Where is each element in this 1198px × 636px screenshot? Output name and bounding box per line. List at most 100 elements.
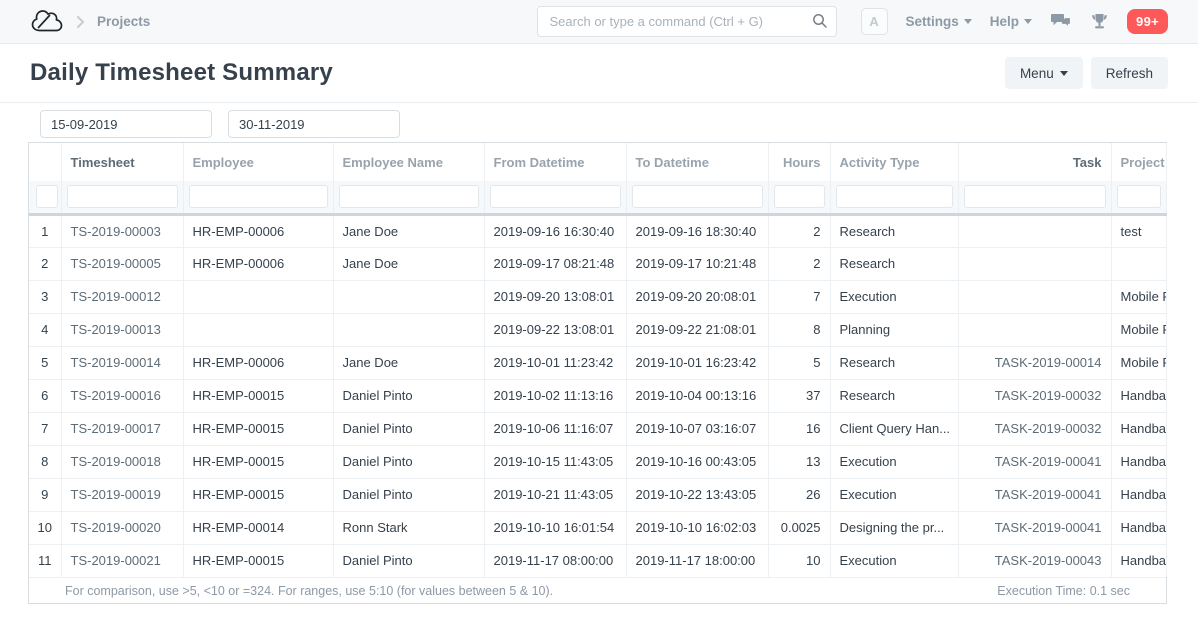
cell-task[interactable]: TASK-2019-00032 [958,379,1111,412]
notification-count-badge[interactable]: 99+ [1127,9,1168,34]
cell-idx[interactable]: 4 [29,313,61,346]
cell-to_datetime[interactable]: 2019-10-07 03:16:07 [626,412,768,445]
cell-to_datetime[interactable]: 2019-09-22 21:08:01 [626,313,768,346]
column-header-activity_type[interactable]: Activity Type [830,143,958,181]
cell-timesheet[interactable]: TS-2019-00003 [61,214,183,247]
column-header-project[interactable]: Project [1111,143,1166,181]
column-filter-input-project[interactable] [1117,185,1161,208]
cell-idx[interactable]: 3 [29,280,61,313]
column-filter-input-idx[interactable] [36,185,58,208]
cell-hours[interactable]: 7 [768,280,830,313]
cell-from_datetime[interactable]: 2019-10-21 11:43:05 [484,478,626,511]
cell-task[interactable]: TASK-2019-00041 [958,445,1111,478]
cell-project[interactable]: Handbag [1111,544,1166,577]
cell-task[interactable]: TASK-2019-00041 [958,478,1111,511]
cell-project[interactable]: Mobile P [1111,346,1166,379]
cell-idx[interactable]: 7 [29,412,61,445]
cell-timesheet[interactable]: TS-2019-00020 [61,511,183,544]
search-input[interactable] [537,6,837,37]
cell-employee[interactable]: HR-EMP-00015 [183,544,333,577]
cell-activity_type[interactable]: Execution [830,280,958,313]
cell-from_datetime[interactable]: 2019-10-06 11:16:07 [484,412,626,445]
cell-employee[interactable] [183,280,333,313]
cell-to_datetime[interactable]: 2019-10-01 16:23:42 [626,346,768,379]
cell-task[interactable] [958,247,1111,280]
cell-hours[interactable]: 13 [768,445,830,478]
cell-project[interactable]: Handbag [1111,379,1166,412]
cell-activity_type[interactable]: Planning [830,313,958,346]
cell-from_datetime[interactable]: 2019-09-16 16:30:40 [484,214,626,247]
column-header-employee[interactable]: Employee [183,143,333,181]
cell-activity_type[interactable]: Research [830,214,958,247]
cell-employee_name[interactable]: Jane Doe [333,346,484,379]
column-header-employee_name[interactable]: Employee Name [333,143,484,181]
cell-task[interactable] [958,214,1111,247]
cell-from_datetime[interactable]: 2019-11-17 08:00:00 [484,544,626,577]
cell-employee_name[interactable]: Daniel Pinto [333,445,484,478]
cell-hours[interactable]: 26 [768,478,830,511]
column-filter-input-employee_name[interactable] [339,185,479,208]
cell-project[interactable]: Handbag [1111,445,1166,478]
menu-button[interactable]: Menu [1005,57,1083,89]
cell-employee_name[interactable]: Daniel Pinto [333,544,484,577]
chat-icon[interactable] [1050,12,1072,31]
cell-to_datetime[interactable]: 2019-10-10 16:02:03 [626,511,768,544]
cell-task[interactable]: TASK-2019-00032 [958,412,1111,445]
cell-task[interactable]: TASK-2019-00014 [958,346,1111,379]
cell-task[interactable] [958,313,1111,346]
cell-project[interactable]: Handbag [1111,478,1166,511]
column-filter-input-activity_type[interactable] [836,185,953,208]
cell-employee[interactable]: HR-EMP-00015 [183,445,333,478]
cell-employee[interactable]: HR-EMP-00006 [183,346,333,379]
cell-timesheet[interactable]: TS-2019-00018 [61,445,183,478]
from-date-filter-input[interactable] [40,110,212,138]
cell-employee[interactable]: HR-EMP-00006 [183,247,333,280]
cell-hours[interactable]: 2 [768,247,830,280]
column-header-idx[interactable] [29,143,61,181]
cell-project[interactable]: Mobile P [1111,280,1166,313]
column-filter-input-from_datetime[interactable] [490,185,621,208]
cell-task[interactable] [958,280,1111,313]
cell-employee_name[interactable] [333,313,484,346]
to-date-filter-input[interactable] [228,110,400,138]
cell-hours[interactable]: 8 [768,313,830,346]
cell-idx[interactable]: 9 [29,478,61,511]
column-filter-input-to_datetime[interactable] [632,185,763,208]
cell-idx[interactable]: 5 [29,346,61,379]
column-filter-input-employee[interactable] [189,185,328,208]
column-filter-input-task[interactable] [964,185,1106,208]
cell-employee_name[interactable]: Daniel Pinto [333,478,484,511]
cell-from_datetime[interactable]: 2019-10-02 11:13:16 [484,379,626,412]
cell-to_datetime[interactable]: 2019-10-16 00:43:05 [626,445,768,478]
cell-to_datetime[interactable]: 2019-09-16 18:30:40 [626,214,768,247]
cell-idx[interactable]: 11 [29,544,61,577]
cell-project[interactable]: test [1111,214,1166,247]
cell-to_datetime[interactable]: 2019-11-17 18:00:00 [626,544,768,577]
cell-from_datetime[interactable]: 2019-09-20 13:08:01 [484,280,626,313]
cell-project[interactable] [1111,247,1166,280]
cell-employee_name[interactable]: Jane Doe [333,214,484,247]
cell-timesheet[interactable]: TS-2019-00019 [61,478,183,511]
cell-task[interactable]: TASK-2019-00041 [958,511,1111,544]
cell-idx[interactable]: 10 [29,511,61,544]
breadcrumb-projects[interactable]: Projects [97,14,150,29]
cell-timesheet[interactable]: TS-2019-00014 [61,346,183,379]
cell-from_datetime[interactable]: 2019-10-01 11:23:42 [484,346,626,379]
column-header-task[interactable]: Task [958,143,1111,181]
column-header-from_datetime[interactable]: From Datetime [484,143,626,181]
help-menu[interactable]: Help [990,14,1032,29]
column-filter-input-hours[interactable] [774,185,825,208]
cell-employee_name[interactable]: Jane Doe [333,247,484,280]
cell-employee[interactable]: HR-EMP-00015 [183,478,333,511]
cell-project[interactable]: Mobile P [1111,313,1166,346]
settings-menu[interactable]: Settings [906,14,972,29]
cell-hours[interactable]: 10 [768,544,830,577]
cell-timesheet[interactable]: TS-2019-00012 [61,280,183,313]
cell-hours[interactable]: 37 [768,379,830,412]
cell-hours[interactable]: 0.0025 [768,511,830,544]
cell-from_datetime[interactable]: 2019-10-10 16:01:54 [484,511,626,544]
cell-employee[interactable]: HR-EMP-00015 [183,412,333,445]
cell-to_datetime[interactable]: 2019-09-17 10:21:48 [626,247,768,280]
cell-employee_name[interactable] [333,280,484,313]
cell-activity_type[interactable]: Research [830,247,958,280]
